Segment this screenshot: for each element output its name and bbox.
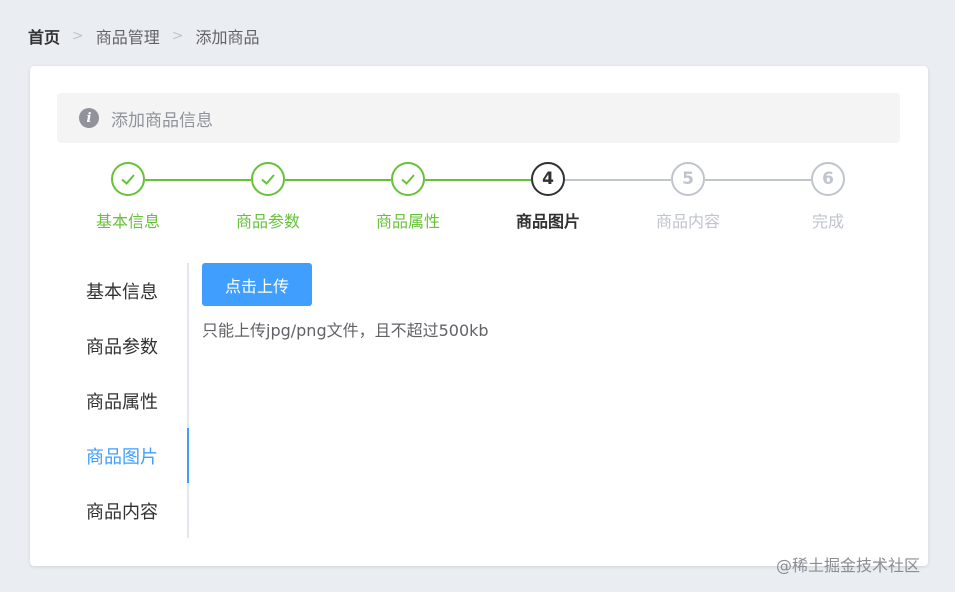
- main-card: i 添加商品信息 基本信息 商品参数 商品属性 4 商品图片 5 商品内容 6 完成 基本信息商…: [30, 66, 928, 566]
- tab-item[interactable]: 基本信息: [57, 263, 187, 318]
- check-icon: [111, 162, 145, 196]
- tab-item[interactable]: 商品图片: [57, 428, 189, 483]
- breadcrumb-section[interactable]: 商品管理: [96, 24, 160, 48]
- check-icon: [251, 162, 285, 196]
- step-item: 5 商品内容: [618, 162, 758, 232]
- step-number: 5: [671, 162, 705, 196]
- vertical-tabs: 基本信息 商品参数 商品属性 商品图片 商品内容: [57, 263, 189, 538]
- step-title: 基本信息: [95, 212, 160, 231]
- step-number: 4: [531, 162, 565, 196]
- step-item: 6 完成: [758, 162, 898, 232]
- info-icon: i: [79, 108, 99, 128]
- chevron-right-icon: >: [72, 28, 84, 44]
- tab-item[interactable]: 商品属性: [57, 373, 187, 428]
- step-item: 4 商品图片: [478, 162, 618, 232]
- check-icon: [391, 162, 425, 196]
- info-alert: i 添加商品信息: [57, 93, 900, 143]
- upload-tip: 只能上传jpg/png文件，且不超过500kb: [202, 321, 489, 340]
- tab-item[interactable]: 商品内容: [57, 483, 187, 538]
- step-title: 商品属性: [375, 212, 440, 231]
- upload-button[interactable]: 点击上传: [202, 263, 312, 306]
- breadcrumb-current: 添加商品: [195, 28, 260, 47]
- step-item: 商品参数: [198, 162, 338, 232]
- watermark: @稀土掘金技术社区: [776, 556, 921, 575]
- step-number: 6: [811, 162, 845, 196]
- step-title: 完成: [811, 212, 844, 231]
- breadcrumb-home[interactable]: 首页: [28, 24, 60, 48]
- tab-item[interactable]: 商品参数: [57, 318, 187, 373]
- chevron-right-icon: >: [171, 28, 184, 44]
- step-title: 商品图片: [515, 212, 580, 231]
- step-title: 商品参数: [235, 212, 300, 231]
- step-title: 商品内容: [655, 212, 720, 231]
- alert-text: 添加商品信息: [111, 110, 213, 131]
- step-item: 基本信息: [58, 162, 198, 232]
- steps-bar: 基本信息 商品参数 商品属性 4 商品图片 5 商品内容 6 完成: [30, 162, 928, 242]
- breadcrumb: 首页 > 商品管理 > 添加商品: [28, 24, 260, 48]
- step-item: 商品属性: [338, 162, 478, 232]
